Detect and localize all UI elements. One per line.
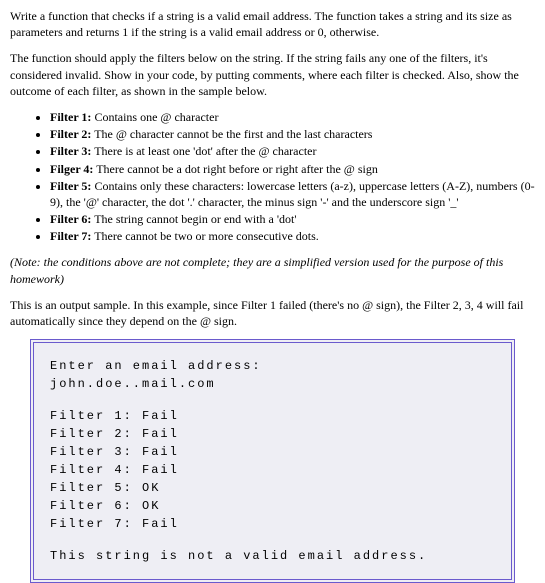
filter-label: Filter 3: <box>50 144 91 158</box>
intro-paragraph-1: Write a function that checks if a string… <box>10 8 535 40</box>
filter-desc: Contains one @ character <box>91 110 218 124</box>
filter-label: Filter 5: <box>50 179 91 193</box>
list-item: Filter 6: The string cannot begin or end… <box>50 211 535 227</box>
intro-paragraph-2: The function should apply the filters be… <box>10 50 535 99</box>
filter-desc: There cannot be a dot right before or ri… <box>93 162 377 176</box>
sample-result-line: Filter 3: Fail <box>50 443 495 461</box>
sample-result-line: Filter 5: OK <box>50 479 495 497</box>
blank-line <box>50 393 495 407</box>
list-item: Filter 1: Contains one @ character <box>50 109 535 125</box>
filter-desc: There is at least one 'dot' after the @ … <box>91 144 316 158</box>
filter-desc: Contains only these characters: lowercas… <box>50 179 535 209</box>
sample-result-line: Filter 6: OK <box>50 497 495 515</box>
filter-desc: There cannot be two or more consecutive … <box>91 229 318 243</box>
list-item: Filter 7: There cannot be two or more co… <box>50 228 535 244</box>
sample-input: john.doe..mail.com <box>50 375 495 393</box>
sample-prompt: Enter an email address: <box>50 357 495 375</box>
sample-result-line: Filter 2: Fail <box>50 425 495 443</box>
sample-result-line: Filter 4: Fail <box>50 461 495 479</box>
filter-desc: The string cannot begin or end with a 'd… <box>91 212 296 226</box>
note-paragraph: (Note: the conditions above are not comp… <box>10 254 535 286</box>
sample-conclusion: This string is not a valid email address… <box>50 547 495 565</box>
filter-label: Filter 1: <box>50 110 91 124</box>
list-item: Filter 2: The @ character cannot be the … <box>50 126 535 142</box>
blank-line <box>50 533 495 547</box>
list-item: Filger 4: There cannot be a dot right be… <box>50 161 535 177</box>
filter-label: Filter 6: <box>50 212 91 226</box>
sample-result-line: Filter 1: Fail <box>50 407 495 425</box>
filter-label: Filger 4: <box>50 162 93 176</box>
filter-desc: The @ character cannot be the first and … <box>91 127 372 141</box>
sample-result-line: Filter 7: Fail <box>50 515 495 533</box>
filter-label: Filter 7: <box>50 229 91 243</box>
filter-label: Filter 2: <box>50 127 91 141</box>
list-item: Filter 3: There is at least one 'dot' af… <box>50 143 535 159</box>
filter-list: Filter 1: Contains one @ character Filte… <box>10 109 535 245</box>
output-sample-box: Enter an email address: john.doe..mail.c… <box>30 339 515 583</box>
list-item: Filter 5: Contains only these characters… <box>50 178 535 210</box>
sample-intro-paragraph: This is an output sample. In this exampl… <box>10 297 535 329</box>
